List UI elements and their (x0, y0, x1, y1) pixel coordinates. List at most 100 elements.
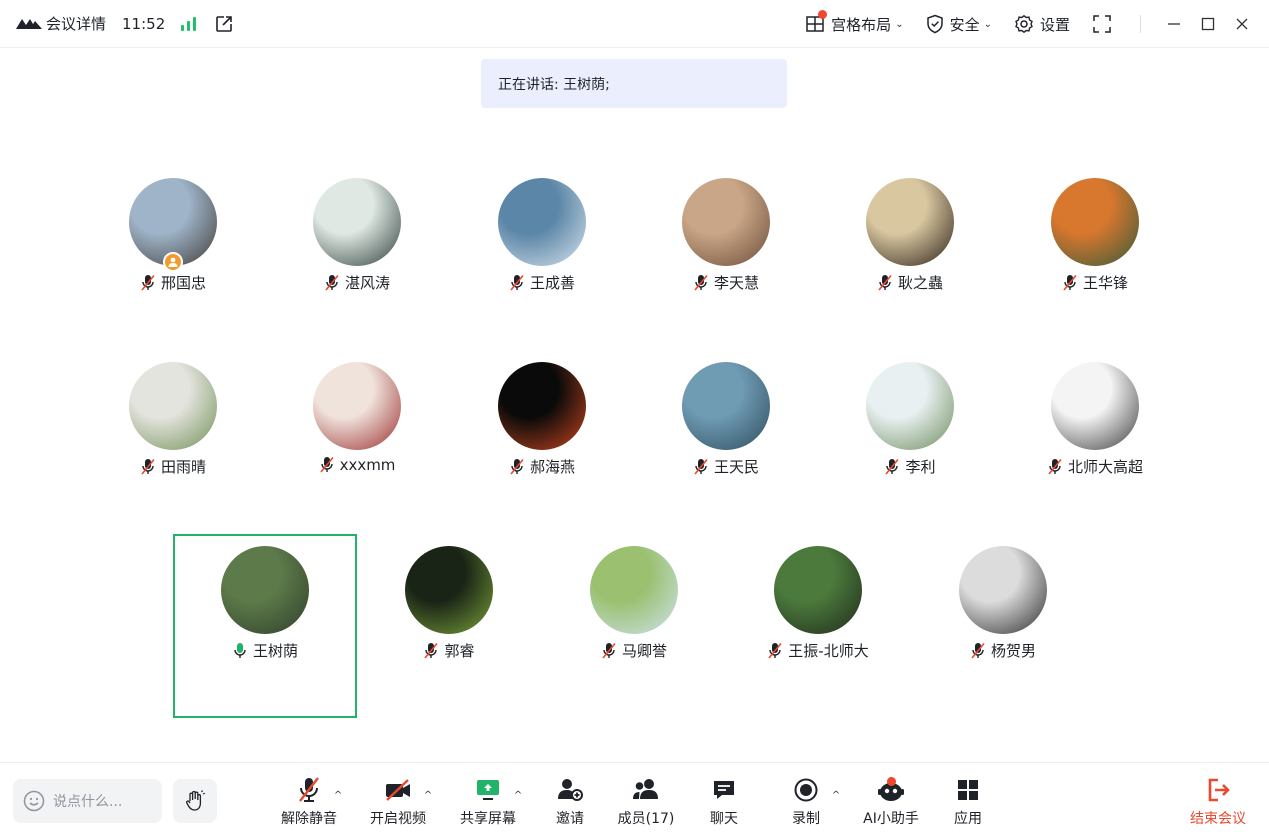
app-logo-icon (16, 18, 42, 29)
participant-name-row: 邢国忠 (81, 272, 265, 293)
avatar (498, 362, 586, 450)
muted-mic-icon (299, 777, 319, 802)
participant-tile[interactable]: 湛风涛 (265, 166, 449, 350)
participant-name-row: 李天慧 (634, 272, 818, 293)
avatar (682, 362, 770, 450)
avatar (682, 178, 770, 266)
close-icon (1236, 18, 1248, 30)
fullscreen-button[interactable] (1092, 14, 1118, 34)
chat-input-placeholder: 说点什么... (53, 794, 123, 810)
host-badge-icon (163, 252, 183, 272)
invite-button[interactable]: 邀请 (556, 776, 584, 828)
participant-tile[interactable]: 杨贺男 (911, 534, 1095, 718)
participant-tile[interactable]: 郝海燕 (450, 350, 634, 534)
mic-muted-icon (510, 458, 524, 475)
mic-muted-icon (424, 642, 439, 659)
participant-name: 王树荫 (252, 642, 298, 660)
participant-tile[interactable]: 郭睿 (357, 534, 541, 718)
participant-name-row: 王天民 (634, 456, 818, 477)
settings-label: 设置 (1039, 15, 1070, 34)
mic-muted-icon (694, 274, 708, 291)
avatar (313, 362, 401, 450)
chat-input[interactable]: 说点什么... (13, 779, 162, 823)
participant-tile[interactable]: 北师大高超 (1003, 350, 1187, 534)
mic-muted-icon (878, 274, 892, 291)
participant-tile[interactable]: 王华锋 (1003, 166, 1187, 350)
participant-name-row: 耿之蟲 (818, 272, 1002, 293)
start-video-button[interactable]: 开启视频 (370, 776, 426, 828)
ai-assistant-label: AI小助手 (863, 811, 919, 827)
participant-name-row: 北师大高超 (1003, 456, 1187, 477)
fullscreen-icon (1093, 15, 1111, 33)
mic-muted-icon (768, 642, 782, 659)
participant-tile[interactable]: xxxmm (265, 350, 449, 534)
participant-tile[interactable]: 王振-北师大 (726, 534, 910, 718)
security-button[interactable]: 安全 ⌄ (926, 14, 992, 35)
participant-tile[interactable]: 邢国忠 (81, 166, 265, 350)
minimize-button[interactable] (1157, 17, 1191, 31)
participant-name: 田雨晴 (160, 458, 206, 476)
end-meeting-button[interactable]: 结束会议 (1190, 776, 1246, 828)
ai-assistant-button[interactable]: AI小助手 (863, 776, 919, 828)
avatar (405, 546, 493, 634)
start-video-label: 开启视频 (370, 811, 426, 827)
participant-tile[interactable]: 王成善 (450, 166, 634, 350)
participant-name-row: 马卿誉 (542, 640, 726, 661)
chevron-up-icon: ^ (333, 790, 343, 801)
participant-name-row: 王华锋 (1003, 272, 1187, 293)
grid-layout-button[interactable]: 宫格布局 ⌄ (805, 9, 904, 35)
participant-name: 杨贺男 (990, 642, 1036, 660)
members-button[interactable]: 成员(17) (618, 776, 674, 828)
close-button[interactable] (1225, 17, 1259, 31)
notification-dot (887, 777, 896, 786)
exit-icon (1208, 778, 1230, 802)
raise-hand-button[interactable] (173, 779, 217, 823)
participant-name: xxxmm (339, 456, 396, 474)
gear-icon (1015, 14, 1033, 34)
unmute-label: 解除静音 (281, 811, 337, 827)
participant-name-row: 王树荫 (175, 640, 355, 661)
mic-muted-icon (141, 458, 155, 475)
chevron-down-icon: ⌄ (983, 18, 992, 30)
meeting-time: 11:52 (122, 14, 166, 33)
participant-tile[interactable]: 李天慧 (634, 166, 818, 350)
participant-name: 湛风涛 (344, 274, 390, 292)
meeting-details-link[interactable]: 会议详情 (46, 13, 106, 34)
mic-muted-icon (141, 274, 155, 291)
share-screen-button[interactable]: 共享屏幕 (460, 776, 516, 828)
minimize-icon (1168, 23, 1180, 25)
avatar (590, 546, 678, 634)
participant-name-row: 杨贺男 (911, 640, 1095, 661)
chat-button[interactable]: 聊天 (710, 776, 738, 828)
participant-tile[interactable]: 耿之蟲 (818, 166, 1002, 350)
avatar (959, 546, 1047, 634)
participant-name: 郝海燕 (529, 458, 575, 476)
settings-button[interactable]: 设置 (1014, 14, 1070, 35)
record-button[interactable]: 录制 (792, 776, 820, 828)
mic-muted-icon (1048, 458, 1062, 475)
participant-name: 李利 (905, 458, 936, 476)
participant-tile[interactable]: 李利 (818, 350, 1002, 534)
maximize-button[interactable] (1191, 17, 1225, 31)
speaking-banner: 正在讲话: 王树荫; (481, 59, 787, 108)
participant-name: 王华锋 (1082, 274, 1128, 292)
raise-hand-icon (186, 790, 206, 811)
share-screen-label: 共享屏幕 (460, 811, 516, 827)
apps-button[interactable]: 应用 (954, 776, 982, 828)
network-signal-icon[interactable] (181, 16, 197, 31)
unmute-button[interactable]: 解除静音 (281, 776, 337, 828)
participant-tile[interactable]: 王树荫 (173, 534, 357, 718)
participant-tile[interactable]: 马卿誉 (542, 534, 726, 718)
share-screen-icon (477, 780, 499, 800)
participant-tile[interactable]: 王天民 (634, 350, 818, 534)
external-window-icon[interactable] (214, 14, 234, 34)
emoji-icon (23, 790, 45, 812)
participant-name: 王成善 (529, 274, 575, 292)
participant-name-row: xxxmm (265, 456, 449, 474)
participant-tile[interactable]: 田雨晴 (81, 350, 265, 534)
chevron-up-icon: ^ (423, 790, 433, 801)
apps-icon (958, 780, 978, 800)
participant-name: 耿之蟲 (897, 274, 943, 292)
avatar (313, 178, 401, 266)
mic-muted-icon (971, 642, 985, 659)
